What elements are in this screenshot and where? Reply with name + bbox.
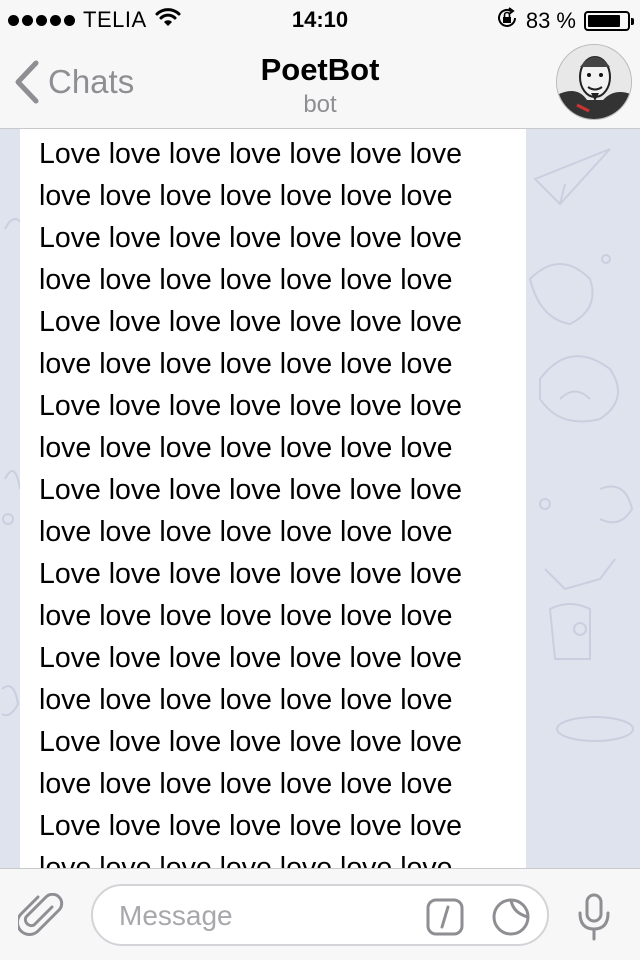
message-line: love love love love love love love <box>39 516 453 548</box>
message-bubble[interactable]: Love love love love love love love love l… <box>20 129 526 868</box>
microphone-button[interactable] <box>576 893 612 946</box>
message-line: Love love love love love love love <box>39 810 463 842</box>
attach-button[interactable] <box>16 892 64 944</box>
input-bar <box>0 868 640 960</box>
battery-icon <box>584 11 634 31</box>
bot-avatar[interactable] <box>556 44 632 120</box>
battery-percent: 83 % <box>525 8 576 33</box>
slash-command-icon <box>426 898 464 936</box>
message-line: Love love love love love love love <box>39 306 463 338</box>
chat-area[interactable]: Love love love love love love love love l… <box>0 129 640 868</box>
message-line: Love love love love love love love <box>39 642 463 674</box>
message-line: love love love love love love love <box>39 180 453 212</box>
message-line: Love love love love love love love <box>39 474 463 506</box>
paperclip-icon <box>16 892 64 936</box>
message-line: Love love love love love love love <box>39 222 463 254</box>
message-line: love love love love love love love <box>39 432 453 464</box>
message-line: love love love love love love love <box>39 348 453 380</box>
message-line: Love love love love love love love <box>39 726 463 758</box>
message-line: love love love love love love love <box>39 600 453 632</box>
status-bar: TELIA 14:10 83 % <box>0 0 640 40</box>
status-right: 83 % <box>496 7 634 35</box>
message-line: Love love love love love love love <box>39 558 463 590</box>
chat-subtitle: bot <box>303 91 337 118</box>
message-line: love love love love love love love <box>39 768 453 800</box>
microphone-icon <box>578 893 610 941</box>
message-field[interactable] <box>91 884 549 946</box>
message-input[interactable] <box>117 894 421 938</box>
orientation-lock-icon <box>496 7 518 35</box>
message-line: love love love love love love love <box>39 684 453 716</box>
sticker-icon <box>492 898 530 936</box>
chat-title[interactable]: PoetBot <box>0 52 640 88</box>
sticker-button[interactable] <box>491 897 531 942</box>
message-line: Love love love love love love love <box>39 138 463 170</box>
message-text: Love love love love love love love love l… <box>39 133 526 868</box>
message-line: love love love love love love love <box>39 852 453 868</box>
nav-bar: Chats PoetBot bot <box>0 40 640 129</box>
message-line: love love love love love love love <box>39 264 453 296</box>
commands-button[interactable] <box>426 898 464 941</box>
message-line: Love love love love love love love <box>39 390 463 422</box>
